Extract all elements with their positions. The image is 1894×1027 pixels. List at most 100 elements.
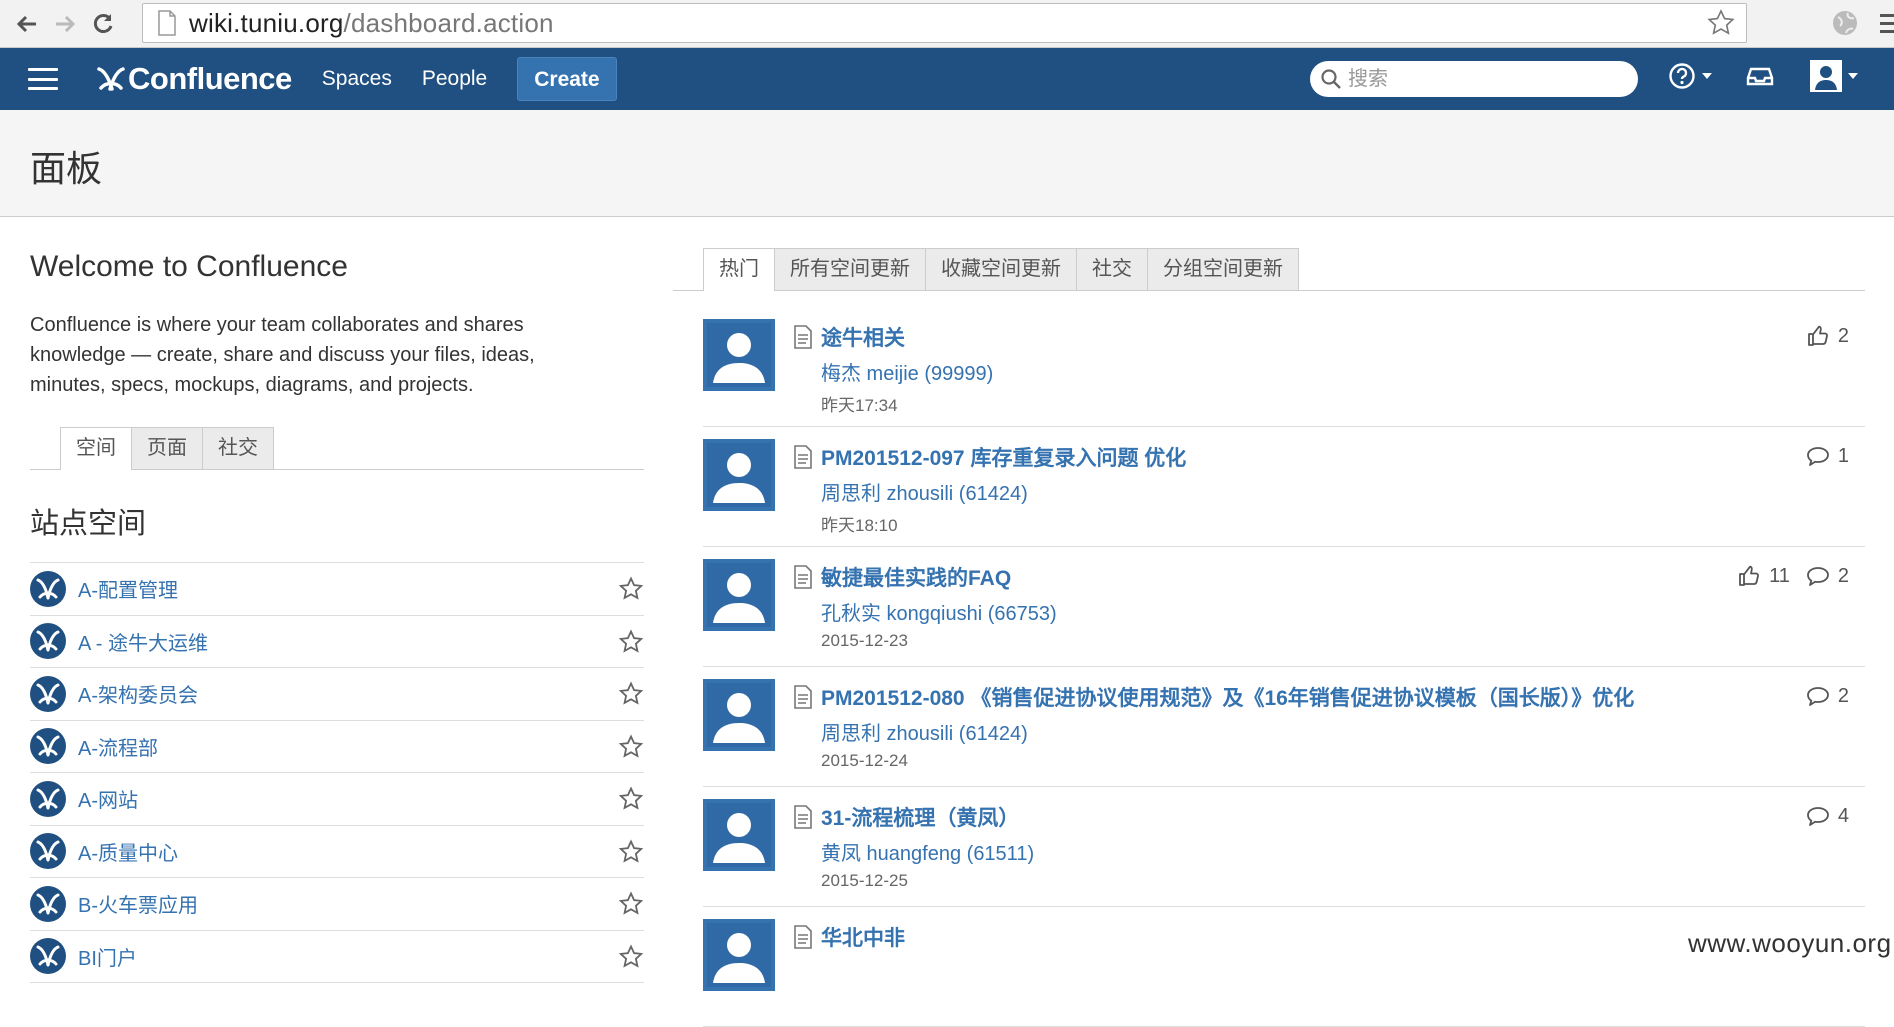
- item-metrics: 4: [1790, 804, 1849, 828]
- user-menu[interactable]: [1810, 60, 1858, 92]
- reload-icon: [93, 13, 113, 33]
- like-count[interactable]: 2: [1806, 324, 1849, 348]
- space-logo-icon[interactable]: [30, 623, 66, 660]
- reload-button[interactable]: [86, 7, 120, 41]
- author-link[interactable]: 梅杰 meijie (99999): [821, 357, 993, 386]
- tab-social[interactable]: 社交: [202, 427, 274, 469]
- feed-item: 31-流程梳理（黄凤） 黄凤 huangfeng (61511) 2015-12-2…: [703, 787, 1865, 907]
- feed-item: PM201512-080 《销售促进协议使用规范》及《16年销售促进协议模板（国…: [703, 667, 1865, 787]
- browser-menu-icon[interactable]: [1880, 10, 1894, 38]
- space-logo-icon[interactable]: [30, 728, 66, 765]
- user-avatar[interactable]: [703, 319, 775, 391]
- comment-count[interactable]: 2: [1806, 564, 1849, 588]
- space-row: A-网站: [30, 773, 644, 826]
- app-switcher-menu-icon[interactable]: [28, 68, 58, 90]
- space-logo-icon[interactable]: [30, 833, 66, 870]
- author-link[interactable]: 黄凤 huangfeng (61511): [821, 837, 1034, 866]
- space-logo-icon[interactable]: [30, 780, 66, 817]
- space-link[interactable]: A-流程部: [78, 732, 158, 761]
- people-link[interactable]: People: [422, 67, 487, 91]
- space-link[interactable]: A-质量中心: [78, 837, 178, 866]
- globe-icon[interactable]: [1830, 8, 1860, 38]
- user-avatar[interactable]: [703, 559, 775, 631]
- favourite-star-icon[interactable]: [618, 681, 644, 707]
- author-link[interactable]: 周思利 zhousili (61424): [821, 717, 1028, 746]
- space-logo-icon[interactable]: [30, 885, 66, 922]
- space-row: A-质量中心: [30, 826, 644, 878]
- help-menu[interactable]: [1668, 62, 1712, 90]
- page-title-link[interactable]: 途牛相关: [821, 322, 905, 352]
- create-button[interactable]: Create: [517, 57, 617, 101]
- space-row: A - 途牛大运维: [30, 616, 644, 668]
- space-link[interactable]: A-网站: [78, 784, 138, 813]
- welcome-text: Confluence is where your team collaborat…: [30, 314, 535, 396]
- favourite-star-icon[interactable]: [618, 576, 644, 602]
- space-logo-icon[interactable]: [30, 938, 66, 975]
- page-title-link[interactable]: 敏捷最佳实践的FAQ: [821, 562, 1011, 592]
- page-title-link[interactable]: 31-流程梳理（黄凤）: [821, 802, 1019, 832]
- comment-count[interactable]: 2: [1806, 684, 1849, 708]
- tab-popular[interactable]: 热门: [703, 248, 775, 291]
- author-link[interactable]: 周思利 zhousili (61424): [821, 477, 1028, 506]
- page-icon: [794, 805, 812, 829]
- space-logo-icon[interactable]: [30, 570, 66, 607]
- popular-feed: 途牛相关梅杰 meijie (99999) 昨天17:34 2 PM201512-09…: [703, 307, 1865, 1027]
- site-spaces-list: A-配置管理 A - 途牛大运维 A-架构委员会 A-流程部 A-网站 A-质量中心 B-火…: [30, 562, 644, 983]
- tab-group-updates[interactable]: 分组空间更新: [1147, 248, 1299, 290]
- user-avatar[interactable]: [703, 679, 775, 751]
- tab-spaces[interactable]: 空间: [60, 427, 132, 470]
- tab-pages[interactable]: 页面: [131, 427, 203, 469]
- modified-date: 昨天17:34: [821, 396, 898, 415]
- favourite-star-icon[interactable]: [618, 838, 644, 865]
- item-metrics: 2: [1790, 324, 1849, 348]
- space-row: A-架构委员会: [30, 668, 644, 721]
- help-icon: [1669, 63, 1695, 89]
- page-title: 面板: [30, 148, 103, 189]
- spaces-menu[interactable]: Spaces: [322, 67, 392, 91]
- feed-item: 华北中非: [703, 907, 1865, 1027]
- address-bar[interactable]: wiki.tuniu.org/dashboard.action: [142, 3, 1747, 43]
- chevron-down-icon: [1848, 73, 1858, 79]
- item-metrics: 1: [1790, 444, 1849, 468]
- favourite-star-icon[interactable]: [618, 943, 644, 970]
- user-avatar[interactable]: [703, 439, 775, 511]
- space-logo-icon[interactable]: [30, 675, 66, 712]
- space-link[interactable]: BI门户: [78, 942, 137, 971]
- comment-icon: [1806, 807, 1829, 826]
- tab-favourite-updates[interactable]: 收藏空间更新: [925, 248, 1077, 290]
- feed-item: 途牛相关梅杰 meijie (99999) 昨天17:34 2: [703, 307, 1865, 427]
- favourite-star-icon[interactable]: [618, 733, 644, 760]
- search-input[interactable]: [1348, 67, 1618, 91]
- back-button[interactable]: [10, 7, 44, 41]
- page-title-link[interactable]: PM201512-097 库存重复录入问题 优化: [821, 442, 1186, 472]
- favourite-star-icon[interactable]: [618, 891, 644, 917]
- space-link[interactable]: A-架构委员会: [78, 679, 198, 708]
- feed-item: PM201512-097 库存重复录入问题 优化 周思利 zhousili (61…: [703, 427, 1865, 547]
- like-count[interactable]: 11: [1737, 564, 1790, 588]
- forward-button[interactable]: [48, 7, 82, 41]
- modified-date: 2015-12-23: [821, 631, 908, 650]
- comment-count[interactable]: 4: [1806, 804, 1849, 828]
- comment-count[interactable]: 1: [1806, 444, 1849, 468]
- page-title-link[interactable]: PM201512-080 《销售促进协议使用规范》及《16年销售促进协议模板（国…: [821, 682, 1634, 712]
- bookmark-star-icon[interactable]: [1706, 8, 1736, 38]
- page-title-link[interactable]: 华北中非: [821, 922, 905, 952]
- user-avatar[interactable]: [703, 799, 775, 871]
- tab-network[interactable]: 社交: [1076, 248, 1148, 290]
- author-link[interactable]: 孔秋实 kongqiushi (66753): [821, 597, 1057, 626]
- notifications-button[interactable]: [1746, 62, 1774, 90]
- thumbs-up-icon: [1739, 565, 1760, 586]
- page-icon: [794, 445, 812, 469]
- space-row: BI门户: [30, 931, 644, 983]
- confluence-logo[interactable]: Confluence: [96, 61, 292, 97]
- space-link[interactable]: A-配置管理: [78, 574, 178, 603]
- user-avatar[interactable]: [703, 919, 775, 991]
- tab-all-updates[interactable]: 所有空间更新: [774, 248, 926, 290]
- favourite-star-icon[interactable]: [618, 628, 644, 655]
- user-avatar-icon: [1810, 60, 1842, 92]
- space-row: A-配置管理: [30, 563, 644, 616]
- space-link[interactable]: A - 途牛大运维: [78, 627, 208, 656]
- search-box[interactable]: [1310, 61, 1638, 97]
- favourite-star-icon[interactable]: [618, 786, 644, 812]
- space-link[interactable]: B-火车票应用: [78, 889, 198, 918]
